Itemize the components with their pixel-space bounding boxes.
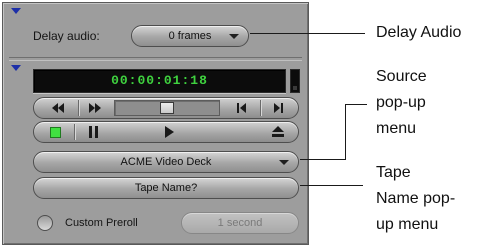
custom-preroll-radio[interactable] [37, 215, 53, 231]
callout-source-line3: menu [376, 120, 417, 137]
delay-audio-value: 0 frames [168, 30, 212, 42]
delay-audio-popup[interactable]: 0 frames [131, 25, 249, 47]
shuttle-knob[interactable] [160, 102, 174, 114]
callout-delay-audio: Delay Audio [376, 24, 462, 41]
transport-bar-bottom [33, 121, 299, 143]
timecode-display: 00:00:01:18 [33, 69, 286, 93]
disclosure-triangle-icon[interactable] [11, 65, 21, 71]
callout-tape-line1: Tape [376, 164, 411, 181]
stop-icon [49, 126, 61, 138]
source-deck-value: ACME Video Deck [120, 156, 212, 168]
chevron-down-icon [229, 34, 239, 39]
stop-button[interactable] [38, 122, 72, 142]
callout-line-tape [300, 185, 363, 186]
pause-button[interactable] [76, 122, 110, 142]
deck-control-panel: Delay audio: 0 frames 00:00:01:18 ACME V… [2, 2, 309, 245]
shuttle-slider[interactable] [114, 100, 220, 116]
callout-line-source-v [345, 104, 346, 160]
step-back-button[interactable] [224, 98, 258, 118]
delay-audio-label: Delay audio: [33, 29, 100, 43]
fast-forward-icon [89, 103, 101, 113]
callout-tape-line2: Name pop- [376, 190, 456, 207]
level-meter [290, 69, 300, 93]
step-forward-icon [273, 103, 283, 113]
callout-source-line2: pop-up [376, 94, 426, 111]
step-forward-button[interactable] [262, 98, 294, 118]
disclosure-triangle-icon[interactable] [11, 8, 21, 14]
fast-forward-button[interactable] [78, 98, 112, 118]
callout-line-source-h2 [345, 104, 367, 105]
source-deck-popup[interactable]: ACME Video Deck [33, 151, 299, 173]
callout-line-delay-audio [250, 33, 365, 34]
callout-tape-line3: up menu [376, 216, 439, 233]
preroll-duration-popup[interactable]: 1 second [181, 212, 299, 234]
step-back-icon [236, 103, 246, 113]
callout-source-line1: Source [376, 68, 427, 85]
tape-name-popup[interactable]: Tape Name? [33, 177, 299, 199]
pause-icon [88, 126, 98, 138]
callout-line-source-h1 [300, 159, 346, 160]
preroll-duration-value: 1 second [217, 217, 263, 229]
eject-button[interactable] [260, 122, 296, 142]
chevron-down-icon [279, 160, 289, 165]
rewind-button[interactable] [40, 98, 76, 118]
play-icon [164, 126, 174, 138]
tape-name-value: Tape Name? [134, 182, 198, 194]
custom-preroll-label: Custom Preroll [65, 217, 138, 229]
section-divider [9, 57, 302, 61]
rewind-icon [52, 103, 64, 113]
eject-icon [272, 126, 284, 138]
play-button[interactable] [144, 122, 194, 142]
transport-bar-top [33, 97, 299, 119]
